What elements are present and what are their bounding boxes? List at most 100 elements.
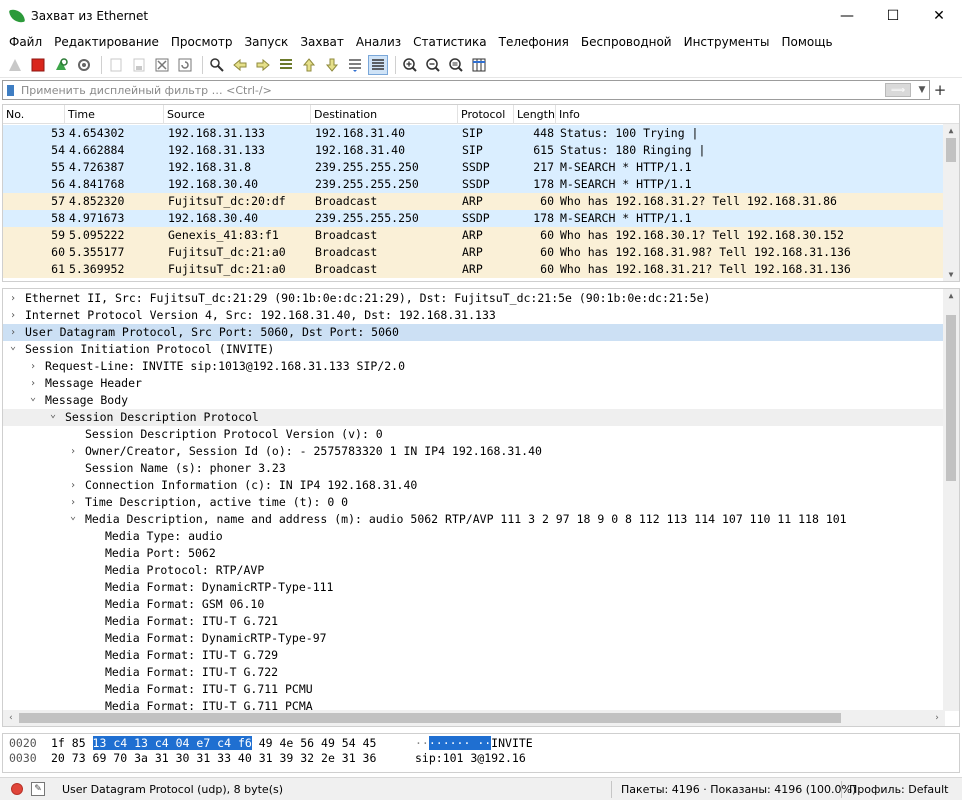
- scroll-left-chevron-icon[interactable]: ‹: [3, 710, 19, 726]
- tree-item[interactable]: Media Port: 5062: [3, 545, 943, 562]
- table-row[interactable]: 60 5.355177 FujitsuT_dc:21:a0 Broadcast ARP 6…: [3, 244, 943, 261]
- tree-item[interactable]: Media Format: GSM 06.10: [3, 596, 943, 613]
- bytes-hex[interactable]: 20 73 69 70 3a 31 30 31 33 40 31 39 32 2…: [51, 751, 376, 766]
- scroll-down-chevron-icon[interactable]: ▼: [943, 268, 959, 281]
- bytes-hex[interactable]: 1f 85 13 c4 13 c4 04 e7 c4 f6 49 4e 56 4…: [51, 736, 376, 751]
- tree-item[interactable]: Session Name (s): phoner 3.23: [3, 460, 943, 477]
- bytes-ascii[interactable]: ········ ··INVITE: [415, 736, 533, 751]
- tree-item[interactable]: › Ethernet II, Src: FujitsuT_dc:21:29 (90…: [3, 290, 943, 307]
- chevron-down-icon[interactable]: ⌄: [47, 409, 59, 426]
- details-horizontal-scrollbar[interactable]: ‹ ›: [3, 710, 945, 726]
- chevron-right-icon[interactable]: ›: [67, 443, 79, 460]
- table-row[interactable]: 61 5.369952 FujitsuT_dc:21:a0 Broadcast ARP 6…: [3, 261, 943, 278]
- chevron-right-icon[interactable]: ›: [67, 477, 79, 494]
- colorize-list-icon[interactable]: [368, 55, 388, 75]
- stop-capture-icon[interactable]: [28, 55, 48, 75]
- tree-item[interactable]: › Internet Protocol Version 4, Src: 192.1…: [3, 307, 943, 324]
- menu-edit[interactable]: Редактирование: [48, 31, 165, 53]
- scroll-up-chevron-icon[interactable]: ▲: [943, 289, 959, 303]
- menu-file[interactable]: Файл: [3, 31, 48, 53]
- menu-wireless[interactable]: Беспроводной: [575, 31, 678, 53]
- tree-item[interactable]: Media Protocol: RTP/AVP: [3, 562, 943, 579]
- go-forward-arrow-icon[interactable]: [253, 55, 273, 75]
- menu-help[interactable]: Помощь: [775, 31, 838, 53]
- chevron-right-icon[interactable]: ›: [7, 324, 19, 341]
- filter-bookmark-icon[interactable]: [3, 81, 17, 99]
- close-button[interactable]: ✕: [916, 0, 962, 31]
- menu-statistics[interactable]: Статистика: [407, 31, 493, 53]
- chevron-right-icon[interactable]: ›: [7, 307, 19, 324]
- tree-item[interactable]: ⌄ Message Body: [3, 392, 943, 409]
- add-filter-button[interactable]: +: [933, 80, 947, 100]
- packet-list-scrollbar[interactable]: ▲ ▼: [943, 124, 959, 281]
- scroll-up-chevron-icon[interactable]: ▲: [943, 124, 959, 138]
- resize-columns-icon[interactable]: [469, 55, 489, 75]
- menu-tools[interactable]: Инструменты: [678, 31, 776, 53]
- tree-item[interactable]: › Message Header: [3, 375, 943, 392]
- column-header-length[interactable]: Length: [514, 105, 556, 124]
- table-row[interactable]: 53 4.654302 192.168.31.133 192.168.31.40 SIP…: [3, 125, 943, 142]
- apply-filter-arrow-icon[interactable]: ⟹: [885, 83, 911, 97]
- tree-item[interactable]: Media Format: DynamicRTP-Type-111: [3, 579, 943, 596]
- go-back-arrow-icon[interactable]: [230, 55, 250, 75]
- chevron-down-icon[interactable]: ⌄: [67, 511, 79, 528]
- capture-options-gear-icon[interactable]: [74, 55, 94, 75]
- menu-analyze[interactable]: Анализ: [350, 31, 407, 53]
- start-capture-fin-icon[interactable]: [5, 55, 25, 75]
- menu-capture[interactable]: Захват: [294, 31, 350, 53]
- chevron-right-icon[interactable]: ›: [27, 375, 39, 392]
- save-file-icon[interactable]: [129, 55, 149, 75]
- status-profile[interactable]: Профиль: Default: [849, 783, 948, 796]
- table-row[interactable]: 55 4.726387 192.168.31.8 239.255.255.250 SSD…: [3, 159, 943, 176]
- zoom-out-icon[interactable]: [423, 55, 443, 75]
- tree-item[interactable]: Media Format: ITU-T G.721: [3, 613, 943, 630]
- menu-go[interactable]: Запуск: [238, 31, 294, 53]
- tree-item[interactable]: › User Datagram Protocol, Src Port: 5060,…: [3, 324, 943, 341]
- expert-info-status-icon[interactable]: [11, 783, 23, 795]
- tree-item[interactable]: ⌄ Session Description Protocol: [3, 409, 943, 426]
- chevron-right-icon[interactable]: ›: [67, 494, 79, 511]
- column-header-info[interactable]: Info: [556, 105, 945, 124]
- column-header-time[interactable]: Time: [65, 105, 164, 124]
- bytes-ascii[interactable]: sip:101 3@192.16: [415, 751, 526, 766]
- tree-item[interactable]: Media Format: ITU-T G.711 PCMU: [3, 681, 943, 698]
- close-file-icon[interactable]: [152, 55, 172, 75]
- tree-item[interactable]: › Request-Line: INVITE sip:1013@192.168.3…: [3, 358, 943, 375]
- zoom-in-icon[interactable]: [400, 55, 420, 75]
- tree-item[interactable]: Media Format: ITU-T G.729: [3, 647, 943, 664]
- tree-item[interactable]: ⌄ Media Description, name and address (m)…: [3, 511, 943, 528]
- tree-item[interactable]: › Owner/Creator, Session Id (o): - 257578…: [3, 443, 943, 460]
- first-packet-icon[interactable]: [299, 55, 319, 75]
- scrollbar-thumb[interactable]: [19, 713, 841, 723]
- table-row[interactable]: 58 4.971673 192.168.30.40 239.255.255.250 SS…: [3, 210, 943, 227]
- details-vertical-scrollbar[interactable]: ▲: [943, 289, 959, 711]
- chevron-down-icon[interactable]: ⌄: [7, 341, 19, 358]
- scrollbar-thumb[interactable]: [946, 138, 956, 162]
- restart-capture-icon[interactable]: [51, 55, 71, 75]
- tree-item[interactable]: Media Format: ITU-T G.722: [3, 664, 943, 681]
- table-row[interactable]: 59 5.095222 Genexis_41:83:f1 Broadcast ARP 60…: [3, 227, 943, 244]
- tree-item[interactable]: ⌄ Session Initiation Protocol (INVITE): [3, 341, 943, 358]
- bytes-hex-highlight[interactable]: 13 c4 13 c4 04 e7 c4 f6: [92, 736, 252, 750]
- go-to-packet-icon[interactable]: [276, 55, 296, 75]
- tree-item[interactable]: Media Format: DynamicRTP-Type-97: [3, 630, 943, 647]
- chevron-down-icon[interactable]: ⌄: [27, 392, 39, 409]
- autoscroll-icon[interactable]: [345, 55, 365, 75]
- scroll-right-chevron-icon[interactable]: ›: [929, 710, 945, 726]
- menu-telephony[interactable]: Телефония: [493, 31, 575, 53]
- display-filter-input[interactable]: [17, 81, 885, 99]
- filter-dropdown-chevron-icon[interactable]: ▼: [915, 85, 929, 95]
- chevron-right-icon[interactable]: ›: [27, 358, 39, 375]
- tree-item[interactable]: Media Type: audio: [3, 528, 943, 545]
- table-row[interactable]: 54 4.662884 192.168.31.133 192.168.31.40 SIP…: [3, 142, 943, 159]
- open-file-icon[interactable]: [106, 55, 126, 75]
- scrollbar-thumb[interactable]: [946, 315, 956, 481]
- menu-view[interactable]: Просмотр: [165, 31, 239, 53]
- column-header-destination[interactable]: Destination: [311, 105, 458, 124]
- column-header-source[interactable]: Source: [164, 105, 311, 124]
- find-packet-search-icon[interactable]: [207, 55, 227, 75]
- maximize-button[interactable]: ☐: [870, 0, 916, 31]
- table-row[interactable]: 57 4.852320 FujitsuT_dc:20:df Broadcast ARP 6…: [3, 193, 943, 210]
- table-row[interactable]: 56 4.841768 192.168.30.40 239.255.255.250 SS…: [3, 176, 943, 193]
- tree-item[interactable]: Session Description Protocol Version (v)…: [3, 426, 943, 443]
